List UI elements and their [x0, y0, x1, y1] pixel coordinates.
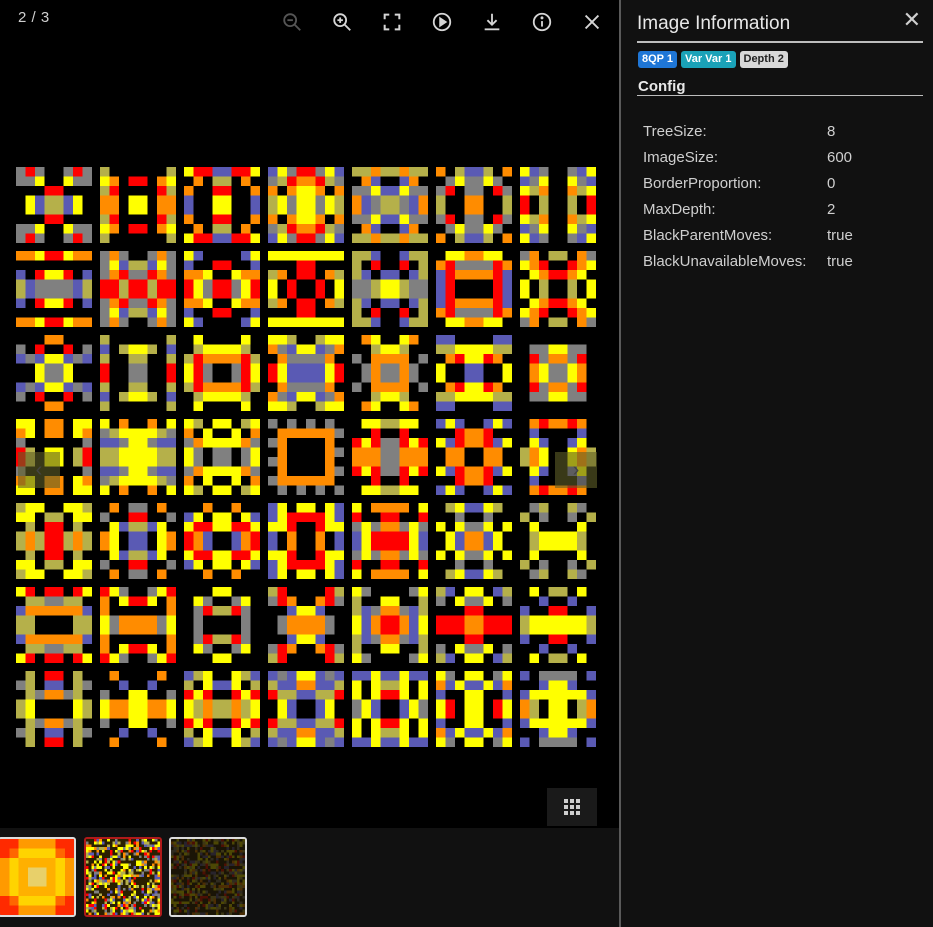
pattern-tile — [16, 167, 92, 243]
config-value: true — [827, 252, 853, 270]
pattern-tile — [268, 167, 344, 243]
pattern-tile — [16, 671, 92, 747]
config-key: BlackUnavailableMoves: — [643, 252, 807, 270]
config-row: TreeSize: 8 — [643, 118, 853, 144]
pattern-tile — [352, 167, 428, 243]
close-icon[interactable]: ✕ — [903, 9, 921, 31]
pattern-tile — [352, 587, 428, 663]
config-row: BorderProportion: 0 — [643, 170, 853, 196]
pattern-tile — [520, 503, 596, 579]
badge: Var Var 1 — [681, 51, 736, 68]
badge: 8QP 1 — [638, 51, 677, 68]
pattern-tile — [100, 251, 176, 327]
pattern-tile — [436, 167, 512, 243]
pattern-tile — [436, 671, 512, 747]
pattern-tile — [520, 671, 596, 747]
config-key: ImageSize: — [643, 148, 719, 166]
panel-title: Image Information — [637, 13, 791, 34]
badge-list: 8QP 1 Var Var 1 Depth 2 — [638, 51, 788, 68]
pattern-tile — [352, 335, 428, 411]
pattern-tile — [352, 671, 428, 747]
pattern-tile — [352, 251, 428, 327]
thumbnail-3[interactable] — [169, 837, 247, 917]
pattern-tile — [184, 419, 260, 495]
close-icon[interactable] — [580, 10, 604, 34]
thumbnail-strip — [0, 828, 619, 927]
slideshow-play-icon[interactable] — [430, 10, 454, 34]
pattern-tile — [100, 335, 176, 411]
info-icon[interactable] — [530, 10, 554, 34]
zoom-in-icon[interactable] — [330, 10, 354, 34]
pattern-tile — [436, 503, 512, 579]
download-icon[interactable] — [480, 10, 504, 34]
config-key: BorderProportion: — [643, 174, 762, 192]
pattern-tile — [268, 419, 344, 495]
pattern-tile — [436, 251, 512, 327]
config-row: MaxDepth: 2 — [643, 196, 853, 222]
pattern-tile — [520, 167, 596, 243]
pattern-tile — [436, 587, 512, 663]
pattern-tile — [184, 587, 260, 663]
pattern-tile — [268, 587, 344, 663]
pattern-tile — [352, 419, 428, 495]
pattern-tile — [520, 587, 596, 663]
pattern-tile — [100, 419, 176, 495]
pattern-tile — [100, 671, 176, 747]
pattern-tile — [100, 503, 176, 579]
pattern-tile — [268, 671, 344, 747]
divider — [637, 95, 923, 96]
config-value: 600 — [827, 148, 853, 166]
pattern-tile — [16, 587, 92, 663]
pattern-tile — [520, 335, 596, 411]
pattern-tile — [16, 503, 92, 579]
pattern-tile — [100, 587, 176, 663]
thumbnail-2[interactable] — [84, 837, 162, 917]
chevron-left-icon[interactable]: ‹ — [18, 452, 60, 488]
config-key: TreeSize: — [643, 122, 707, 140]
config-value: 0 — [827, 174, 836, 192]
grid-icon[interactable] — [547, 788, 597, 826]
pattern-tile — [16, 335, 92, 411]
config-row: ImageSize: 600 — [643, 144, 853, 170]
config-value: 8 — [827, 122, 836, 140]
thumbnail-1[interactable] — [0, 837, 76, 917]
zoom-out-icon — [280, 10, 304, 34]
pattern-tile — [520, 251, 596, 327]
config-key: MaxDepth: — [643, 200, 716, 218]
config-table: TreeSize: 8 ImageSize: 600 BorderProportio… — [643, 118, 853, 274]
config-value: 2 — [827, 200, 836, 218]
pattern-tile — [184, 671, 260, 747]
image-info-panel: Image Information ✕ 8QP 1 Var Var 1 Dept… — [619, 0, 933, 927]
pattern-tile — [268, 251, 344, 327]
config-row: BlackParentMoves: true — [643, 222, 853, 248]
pattern-tile — [352, 503, 428, 579]
badge: Depth 2 — [739, 51, 788, 68]
config-key: BlackParentMoves: — [643, 226, 773, 244]
pattern-tile — [436, 419, 512, 495]
fractal-image — [16, 167, 600, 751]
image-viewer: 2 / 3 ‹ › — [0, 0, 619, 927]
pattern-tile — [16, 251, 92, 327]
config-value: true — [827, 226, 853, 244]
pattern-tile — [100, 167, 176, 243]
pattern-tile — [184, 335, 260, 411]
pattern-tile — [184, 167, 260, 243]
pattern-tile — [268, 503, 344, 579]
pattern-tile — [184, 503, 260, 579]
config-row: BlackUnavailableMoves: true — [643, 248, 853, 274]
chevron-right-icon[interactable]: › — [555, 452, 597, 488]
pattern-tile — [184, 251, 260, 327]
image-counter: 2 / 3 — [18, 9, 50, 26]
section-title: Config — [638, 78, 686, 95]
fullscreen-icon[interactable] — [380, 10, 404, 34]
divider — [637, 41, 923, 43]
pattern-tile — [436, 335, 512, 411]
pattern-tile — [268, 335, 344, 411]
